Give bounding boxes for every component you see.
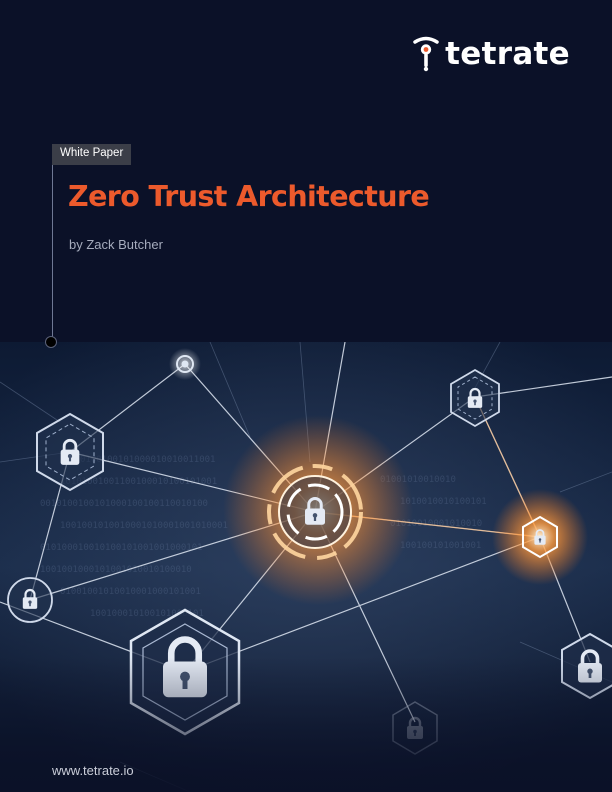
- document-type-tag: White Paper: [52, 144, 132, 165]
- timeline-dot: [45, 336, 57, 348]
- cover-page: tetrate White Paper Zero Trust Architect…: [0, 0, 612, 792]
- website-url[interactable]: www.tetrate.io: [52, 764, 134, 777]
- author-byline: by Zack Butcher: [69, 237, 163, 252]
- tetrate-logo-mark-icon: [413, 36, 439, 72]
- timeline-line: [52, 162, 53, 342]
- hero-illustration: 0100100101000010010011001 10101001001100…: [0, 342, 612, 792]
- document-title: Zero Trust Architecture: [68, 180, 430, 213]
- tetrate-logo[interactable]: tetrate: [413, 36, 570, 72]
- logo-wordmark: tetrate: [445, 35, 570, 72]
